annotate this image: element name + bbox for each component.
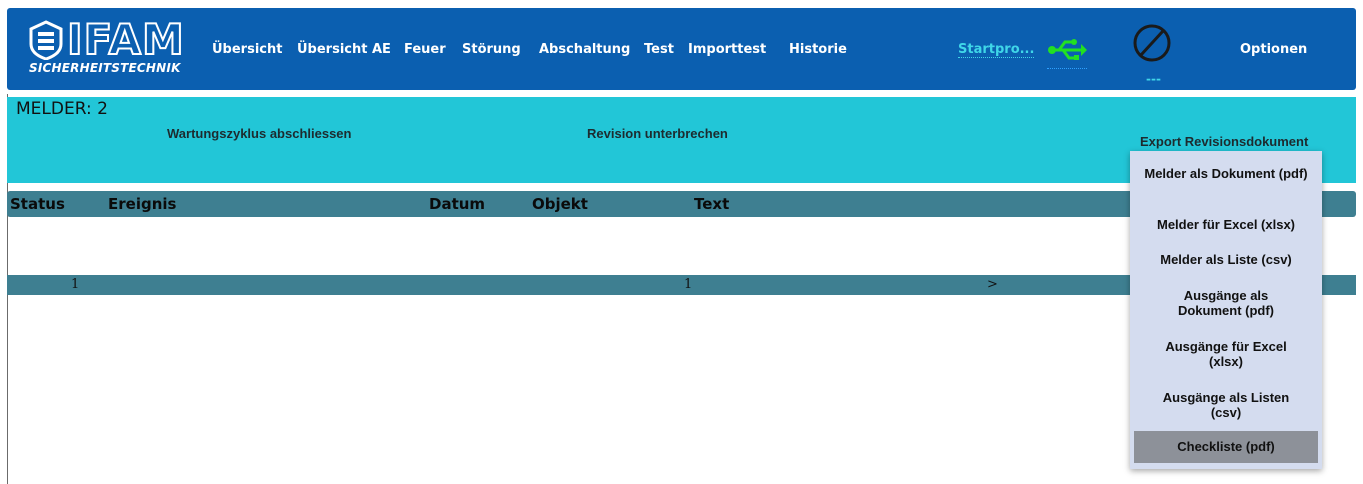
pager-current[interactable]: 1 <box>684 277 692 292</box>
pager-next[interactable]: > <box>987 277 998 292</box>
menu-melder-excel-xlsx[interactable]: Melder für Excel (xlsx) <box>1134 217 1318 232</box>
menu-ausgaenge-listen-csv[interactable]: Ausgänge als Listen (csv) <box>1134 390 1318 420</box>
top-header: IFAM SICHERHEITSTECHNIK Übersicht Übersi… <box>7 8 1356 90</box>
nav-startprojekt[interactable]: Startpro... <box>958 42 1035 58</box>
col-status[interactable]: Status <box>10 195 65 213</box>
col-datum[interactable]: Datum <box>429 195 485 213</box>
nav-historie[interactable]: Historie <box>789 42 847 57</box>
no-entry-icon[interactable] <box>1132 23 1172 63</box>
usb-underline <box>1047 68 1087 69</box>
status-text: --- <box>1146 72 1161 86</box>
nav-importtest[interactable]: Importtest <box>688 42 766 57</box>
melder-count-title: MELDER: 2 <box>16 99 108 119</box>
export-revisionsdokument-button[interactable]: Export Revisionsdokument <box>1140 134 1308 149</box>
menu-ausgaenge-dokument-pdf[interactable]: Ausgänge als Dokument (pdf) <box>1134 288 1318 318</box>
ifam-logo[interactable]: IFAM SICHERHEITSTECHNIK <box>27 15 197 78</box>
pager-first[interactable]: 1 <box>71 277 79 292</box>
revision-unterbrechen-button[interactable]: Revision unterbrechen <box>587 126 728 141</box>
nav-test[interactable]: Test <box>644 42 674 57</box>
nav-uebersicht[interactable]: Übersicht <box>212 42 282 57</box>
col-text[interactable]: Text <box>694 195 729 213</box>
logo-subtitle: SICHERHEITSTECHNIK <box>29 61 181 75</box>
nav-optionen[interactable]: Optionen <box>1240 42 1307 57</box>
logo-word: IFAM <box>66 15 185 64</box>
export-dropdown-menu: Melder als Dokument (pdf) Melder für Exc… <box>1130 151 1322 469</box>
menu-melder-liste-csv[interactable]: Melder als Liste (csv) <box>1134 252 1318 267</box>
wartungszyklus-button[interactable]: Wartungszyklus abschliessen <box>167 126 351 141</box>
nav-feuer[interactable]: Feuer <box>404 42 446 57</box>
menu-checkliste-pdf[interactable]: Checkliste (pdf) <box>1134 431 1318 463</box>
shield-logo-icon <box>29 20 63 60</box>
col-objekt[interactable]: Objekt <box>532 195 588 213</box>
menu-ausgaenge-excel-xlsx[interactable]: Ausgänge für Excel (xlsx) <box>1134 339 1318 369</box>
nav-uebersicht-ae[interactable]: Übersicht AE <box>297 42 391 57</box>
usb-icon[interactable] <box>1047 38 1087 62</box>
nav-abschaltung[interactable]: Abschaltung <box>539 42 630 57</box>
col-ereignis[interactable]: Ereignis <box>108 195 176 213</box>
menu-melder-dokument-pdf[interactable]: Melder als Dokument (pdf) <box>1134 166 1318 181</box>
nav-stoerung[interactable]: Störung <box>462 42 521 57</box>
